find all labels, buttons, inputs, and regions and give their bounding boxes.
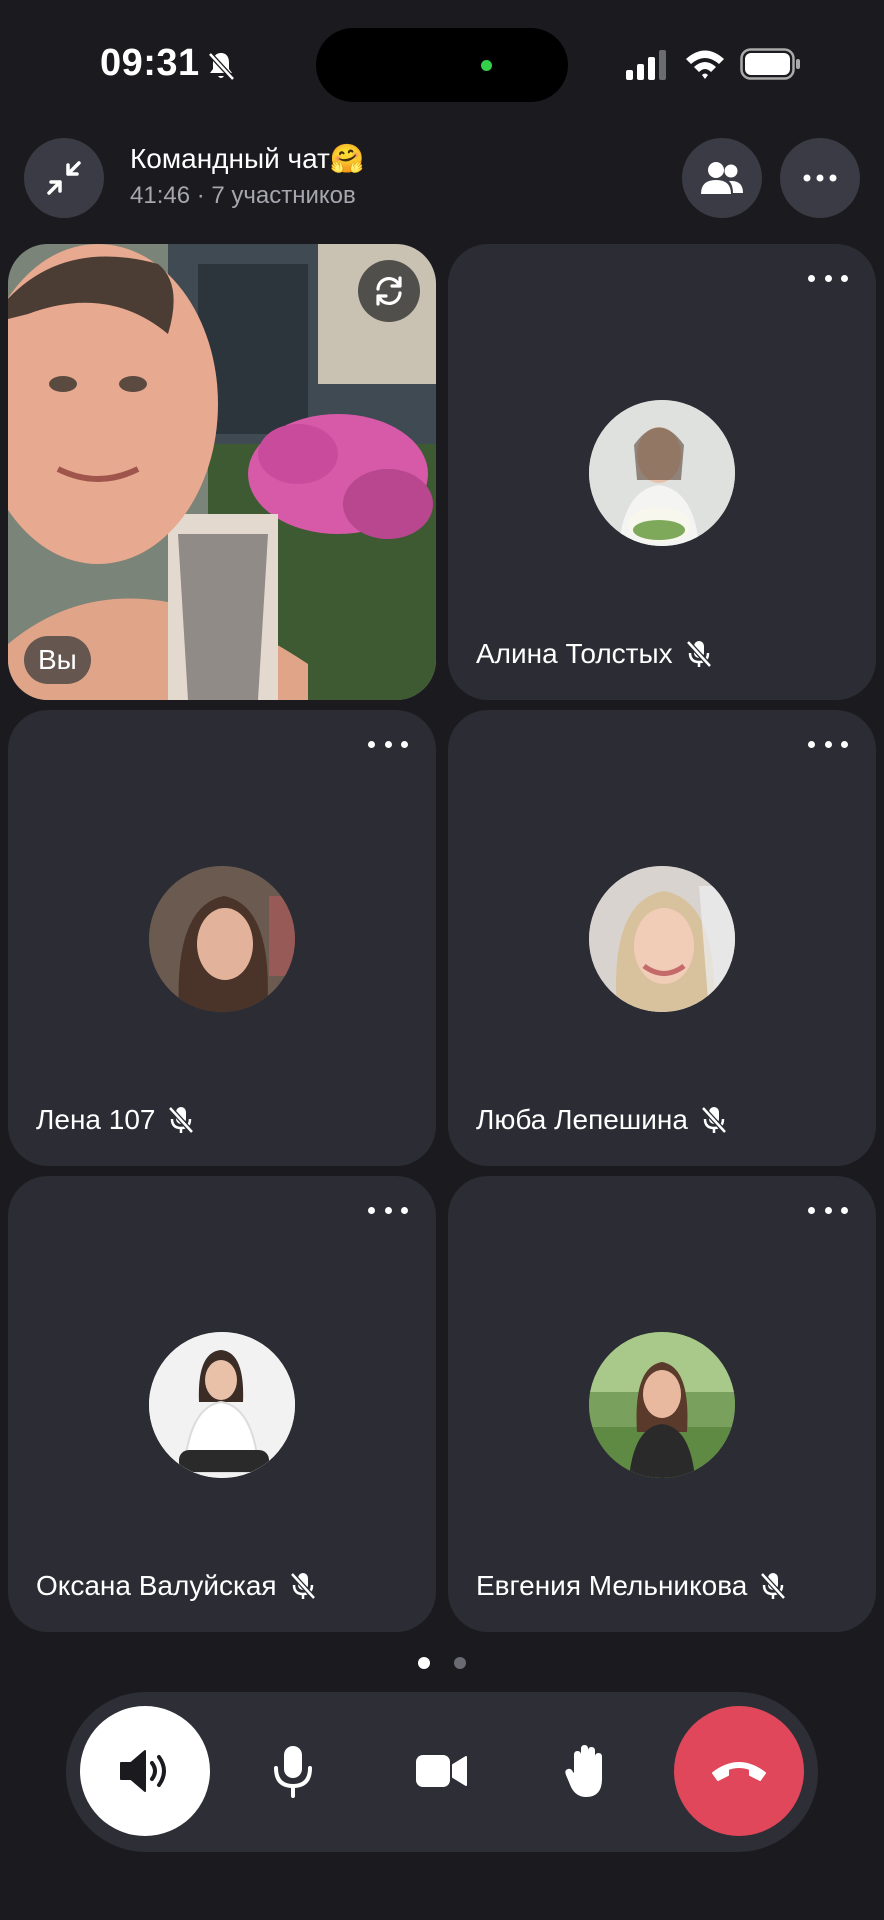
bell-off-icon <box>208 52 235 81</box>
participant-tile[interactable]: Лена 107 <box>8 710 436 1166</box>
participant-tile[interactable]: Евгения Мельникова <box>448 1176 876 1632</box>
self-video-tile[interactable]: Вы <box>8 244 436 700</box>
participant-name: Люба Лепешина <box>476 1104 688 1135</box>
more-dots-icon <box>803 174 837 182</box>
participant-tile[interactable]: Люба Лепешина <box>448 710 876 1166</box>
tile-options-button[interactable] <box>808 268 848 288</box>
page-indicator[interactable] <box>418 1657 466 1671</box>
tile-options-button[interactable] <box>808 734 848 754</box>
mic-off-icon <box>701 1106 727 1134</box>
video-camera-icon <box>416 1755 467 1787</box>
mic-off-icon <box>168 1106 195 1134</box>
camera-button[interactable] <box>376 1706 506 1836</box>
avatar-photo <box>149 1332 295 1478</box>
collapse-arrows-icon <box>47 161 81 195</box>
page-dot-active[interactable] <box>418 1657 430 1669</box>
refresh-camera-icon <box>376 276 402 306</box>
cellular-signal-icon <box>626 50 666 80</box>
dot <box>841 1206 848 1214</box>
dot <box>824 740 832 748</box>
raise-hand-icon <box>565 1745 602 1797</box>
participant-tile[interactable]: Алина Толстых <box>448 244 876 700</box>
participant-name: Алина Толстых <box>476 638 673 669</box>
microphone-icon <box>274 1746 312 1798</box>
status-time: 09:31 <box>100 42 200 84</box>
battery-icon <box>740 48 800 80</box>
dynamic-island <box>316 28 568 102</box>
mic-off-icon <box>289 1572 316 1600</box>
participant-tile[interactable]: Оксана Валуйская <box>8 1176 436 1632</box>
dot <box>368 1206 375 1214</box>
participant-name-row: Лена 107 <box>36 1104 195 1136</box>
call-controls-bar <box>66 1692 818 1852</box>
people-icon <box>701 162 743 194</box>
avatar <box>589 866 735 1012</box>
dot <box>401 740 408 748</box>
camera-indicator <box>481 60 492 71</box>
participant-name-row: Евгения Мельникова <box>476 1570 787 1602</box>
dot <box>808 740 815 748</box>
dot <box>401 1206 408 1214</box>
avatar-photo <box>589 1332 735 1478</box>
call-duration-and-participants: 41:46 · 7 участников <box>130 182 356 209</box>
dot <box>368 740 375 748</box>
avatar <box>149 866 295 1012</box>
switch-camera-button[interactable] <box>358 260 420 322</box>
participant-name: Лена 107 <box>36 1104 156 1135</box>
dot <box>808 274 815 282</box>
page-dot[interactable] <box>454 1657 466 1669</box>
participant-name: Евгения Мельникова <box>476 1570 748 1601</box>
participant-name-row: Люба Лепешина <box>476 1104 728 1136</box>
dot <box>384 740 392 748</box>
end-call-icon <box>712 1762 766 1781</box>
end-call-button[interactable] <box>674 1706 804 1836</box>
speaker-icon <box>120 1750 166 1792</box>
avatar-photo <box>589 400 735 546</box>
mic-off-icon <box>760 1572 787 1600</box>
dot <box>824 274 832 282</box>
speaker-button[interactable] <box>80 1706 210 1836</box>
avatar <box>589 400 735 546</box>
dot <box>841 740 848 748</box>
participants-button[interactable] <box>682 138 762 218</box>
dot <box>824 1206 832 1214</box>
raise-hand-button[interactable] <box>524 1706 654 1836</box>
avatar <box>149 1332 295 1478</box>
dot <box>841 274 848 282</box>
minimize-call-button[interactable] <box>24 138 104 218</box>
wifi-icon <box>686 50 724 79</box>
more-options-button[interactable] <box>780 138 860 218</box>
self-label: Вы <box>24 636 91 684</box>
microphone-button[interactable] <box>228 1706 358 1836</box>
tile-options-button[interactable] <box>368 734 408 754</box>
tile-options-button[interactable] <box>808 1200 848 1220</box>
participant-name-row: Оксана Валуйская <box>36 1570 317 1602</box>
dot <box>808 1206 815 1214</box>
avatar <box>589 1332 735 1478</box>
tile-options-button[interactable] <box>368 1200 408 1220</box>
participant-name: Оксана Валуйская <box>36 1570 277 1601</box>
dot <box>384 1206 392 1214</box>
chat-title: Командный чат🤗 <box>130 143 365 174</box>
call-header: Командный чат🤗 41:46 · 7 участников <box>0 130 884 230</box>
avatar-photo <box>149 866 295 1012</box>
participant-name-row: Алина Толстых <box>476 638 713 670</box>
status-bar: 09:31 <box>0 0 884 120</box>
mic-off-icon <box>685 640 712 668</box>
avatar-photo <box>589 866 735 1012</box>
